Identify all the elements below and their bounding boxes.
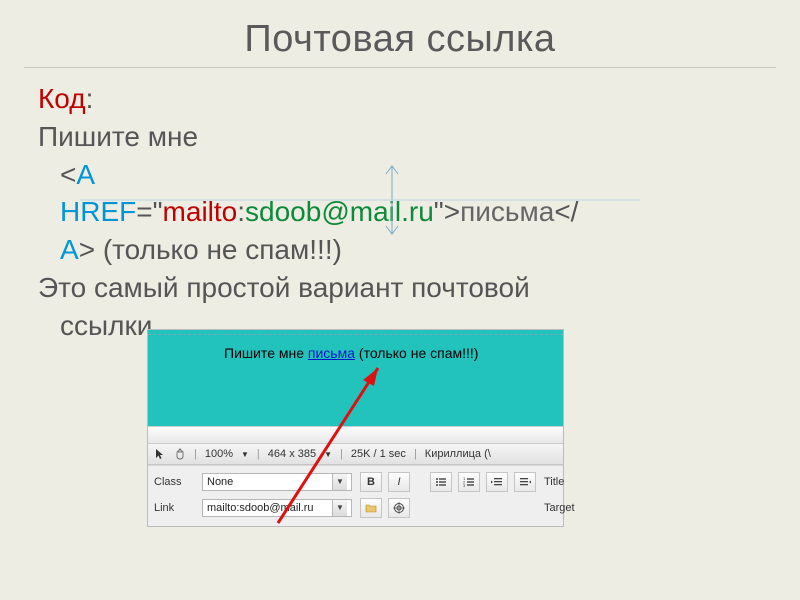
title-label: Title <box>544 476 594 488</box>
guide-line <box>148 334 563 335</box>
format-toolbar: B I 123 <box>360 472 536 492</box>
outdent-icon[interactable] <box>486 472 508 492</box>
desc-line-1: Это самый простой вариант почтовой <box>38 269 762 307</box>
chevron-down-icon[interactable]: ▼ <box>241 450 249 459</box>
svg-text:3: 3 <box>463 483 466 488</box>
folder-icon[interactable] <box>360 498 382 518</box>
list-ol-icon[interactable]: 123 <box>458 472 480 492</box>
email-at: @ <box>321 196 349 227</box>
link-value: mailto:sdoob@mail.ru <box>207 499 314 517</box>
quote-close: " <box>434 196 444 227</box>
mailto-scheme: mailto <box>163 196 238 227</box>
status-dimensions: 464 x 385 <box>268 448 316 460</box>
preview-after: (только не спам!!!) <box>355 345 478 361</box>
tag-close: > <box>444 196 460 227</box>
bold-button[interactable]: B <box>360 472 382 492</box>
email-user: sdoob <box>245 196 321 227</box>
class-select[interactable]: None ▼ <box>202 473 352 491</box>
measurement-arrow-icon <box>380 160 404 240</box>
close-tag-open: </ <box>554 196 578 227</box>
hand-tool-icon[interactable] <box>174 448 186 460</box>
preview-before: Пишите мне <box>224 345 308 361</box>
tag-open: < <box>60 159 76 190</box>
page-preview-text: Пишите мне письма (только не спам!!!) <box>224 344 478 362</box>
code-line-1: Пишите мне <box>38 118 762 156</box>
tag-a-close: A <box>60 234 79 265</box>
status-zoom: 100% <box>205 448 233 460</box>
list-ul-icon[interactable] <box>430 472 452 492</box>
slide-title: Почтовая ссылка <box>24 0 776 68</box>
code-label-colon: : <box>86 83 94 114</box>
properties-panel: Class None ▼ B I 123 <box>148 465 563 526</box>
equals: = <box>136 196 152 227</box>
link-toolbar <box>360 498 536 518</box>
tag-a-open: A <box>76 159 95 190</box>
status-encoding: Кириллица (\ <box>425 448 491 460</box>
class-label: Class <box>154 476 194 488</box>
preview-link[interactable]: письма <box>308 345 355 361</box>
anchor-text: письма <box>460 196 554 227</box>
quote-open: " <box>153 196 163 227</box>
chevron-down-icon[interactable]: ▼ <box>324 450 332 459</box>
close-tag-close: > <box>79 234 95 265</box>
target-label: Target <box>544 502 594 514</box>
italic-button[interactable]: I <box>388 472 410 492</box>
chevron-down-icon: ▼ <box>332 474 347 490</box>
pointer-tool-icon[interactable] <box>154 448 166 460</box>
slide: Почтовая ссылка Код: Пишите мне <A HREF=… <box>0 0 800 600</box>
ruler <box>148 426 563 444</box>
indent-icon[interactable] <box>514 472 536 492</box>
status-bar: | 100% ▼ | 464 x 385 ▼ | 25K / 1 sec | К… <box>148 444 563 465</box>
page-preview: Пишите мне письма (только не спам!!!) <box>148 330 563 426</box>
code-heading: Код: <box>38 80 762 118</box>
editor-screenshot: Пишите мне письма (только не спам!!!) | … <box>148 330 563 526</box>
status-weight: 25K / 1 sec <box>351 448 406 460</box>
target-icon[interactable] <box>388 498 410 518</box>
attr-href: HREF <box>60 196 136 227</box>
after-link-text: (только не спам!!!) <box>95 234 342 265</box>
class-value: None <box>207 473 233 491</box>
mailto-colon: : <box>237 196 245 227</box>
code-label: Код <box>38 83 86 114</box>
link-field[interactable]: mailto:sdoob@mail.ru ▼ <box>202 499 352 517</box>
link-label: Link <box>154 502 194 514</box>
chevron-down-icon: ▼ <box>332 500 347 516</box>
